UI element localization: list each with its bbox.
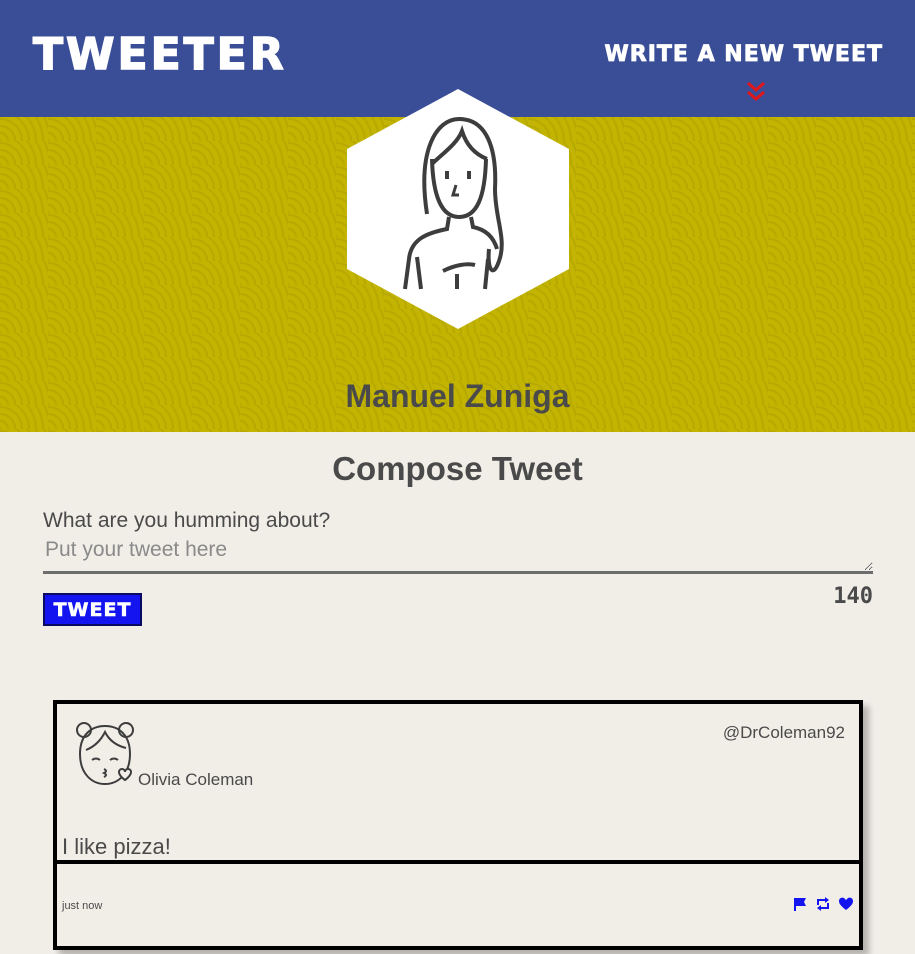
retweet-icon[interactable] [816,896,830,911]
compose-title: Compose Tweet [332,450,583,487]
flag-icon[interactable] [793,896,807,911]
heart-icon[interactable] [839,896,853,910]
profile-banner: Manuel Zuniga [0,89,915,432]
woman-avatar-icon [347,89,569,329]
double-chevron-down-icon[interactable] [745,80,767,104]
write-new-tweet-link[interactable]: Write a new tweet [604,40,883,70]
tweet-author[interactable]: Olivia Coleman [138,770,253,790]
char-counter: 140 [833,584,873,609]
profile-name: Manuel Zuniga [345,378,570,414]
tweet-button[interactable]: Tweet [43,593,142,626]
tweet-body: I like pizza! [62,834,171,859]
compose-label: What are you humming about? [43,509,331,532]
girl-kiss-avatar-icon [76,722,134,786]
tweet-timestamp: just now [62,900,103,912]
tweet-actions [793,896,853,911]
tweet-footer: just now [57,860,859,946]
tweet-input[interactable] [43,538,873,574]
app-logo[interactable]: Tweeter [32,29,287,81]
tweet-card: Olivia Coleman @DrColeman92 I like pizza… [53,700,863,950]
tweet-handle[interactable]: @DrColeman92 [723,723,845,743]
